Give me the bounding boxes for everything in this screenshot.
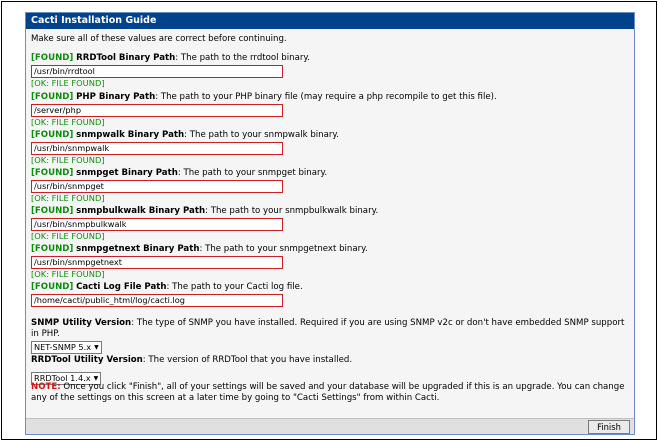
snmp-version-select[interactable]: NET-SNMP 5.x ▼ (31, 341, 102, 354)
found-status: [FOUND] (31, 244, 74, 254)
panel-title: Cacti Installation Guide (26, 13, 634, 29)
found-status: [FOUND] (31, 92, 74, 102)
setting-desc: : The version of RRDTool that you have i… (142, 355, 353, 365)
snmpbulkwalk-path-label: [FOUND] snmpbulkwalk Binary Path: The pa… (31, 206, 629, 217)
snmpgetnext-path-input[interactable]: /usr/bin/snmpgetnext (31, 256, 283, 269)
install-guide-panel: Cacti Installation Guide Make sure all o… (25, 12, 635, 435)
ok-status: [OK: FILE FOUND] (31, 155, 105, 165)
found-status: [FOUND] (31, 282, 74, 292)
snmpget-path-input[interactable]: /usr/bin/snmpget (31, 180, 283, 193)
setting-desc: : The path to the rrdtool binary. (175, 53, 310, 63)
setting-name: RRDTool Utility Version (31, 355, 143, 365)
ok-status: [OK: FILE FOUND] (31, 117, 105, 127)
setting-desc: : The path to your snmpgetnext binary. (199, 244, 368, 254)
setting-name: RRDTool Binary Path (76, 53, 176, 63)
php-path-label: [FOUND] PHP Binary Path: The path to you… (31, 92, 629, 103)
note-text: Once you click "Finish", all of your set… (31, 382, 625, 403)
setting-name: snmpwalk Binary Path (76, 130, 185, 140)
php-path-input[interactable]: /server/php (31, 104, 283, 117)
snmpget-path-label: [FOUND] snmpget Binary Path: The path to… (31, 168, 629, 179)
cacti-log-path-label: [FOUND] Cacti Log File Path: The path to… (31, 282, 629, 293)
snmpbulkwalk-path-input[interactable]: /usr/bin/snmpbulkwalk (31, 218, 283, 231)
snmp-version-section: SNMP Utility Version: The type of SNMP y… (31, 318, 629, 354)
snmpget-path-section: [FOUND] snmpget Binary Path: The path to… (31, 168, 629, 204)
selected-value: NET-SNMP 5.x (34, 342, 92, 352)
snmpgetnext-path-label: [FOUND] snmpgetnext Binary Path: The pat… (31, 244, 629, 255)
ok-status: [OK: FILE FOUND] (31, 78, 105, 88)
cacti-log-path-section: [FOUND] Cacti Log File Path: The path to… (31, 282, 629, 307)
rrdtool-path-section: [FOUND] RRDTool Binary Path: The path to… (31, 53, 629, 89)
setting-desc: : The path to your snmpget binary. (177, 168, 328, 178)
rrdtool-path-input[interactable]: /usr/bin/rrdtool (31, 65, 283, 78)
ok-status: [OK: FILE FOUND] (31, 269, 105, 279)
setting-desc: : The path to your PHP binary file (may … (155, 92, 497, 102)
rrdtool-version-section: RRDTool Utility Version: The version of … (31, 355, 629, 385)
setting-name: PHP Binary Path (76, 92, 156, 102)
chevron-down-icon: ▼ (93, 375, 99, 382)
snmpwalk-path-section: [FOUND] snmpwalk Binary Path: The path t… (31, 130, 629, 166)
setting-name: Cacti Log File Path (76, 282, 167, 292)
snmpgetnext-path-section: [FOUND] snmpgetnext Binary Path: The pat… (31, 244, 629, 280)
snmpwalk-path-label: [FOUND] snmpwalk Binary Path: The path t… (31, 130, 629, 141)
setting-name: snmpbulkwalk Binary Path (76, 206, 206, 216)
rrdtool-version-label: RRDTool Utility Version: The version of … (31, 355, 629, 366)
upgrade-note: NOTE: Once you click "Finish", all of yo… (31, 382, 627, 404)
note-label: NOTE: (31, 382, 61, 392)
setting-name: snmpget Binary Path (76, 168, 178, 178)
intro-text: Make sure all of these values are correc… (31, 34, 287, 44)
setting-name: SNMP Utility Version (31, 318, 132, 328)
snmpbulkwalk-path-section: [FOUND] snmpbulkwalk Binary Path: The pa… (31, 206, 629, 242)
panel-footer: Finish (26, 418, 634, 434)
setting-desc: : The path to your snmpwalk binary. (184, 130, 340, 140)
found-status: [FOUND] (31, 168, 74, 178)
rrdtool-path-label: [FOUND] RRDTool Binary Path: The path to… (31, 53, 629, 64)
found-status: [FOUND] (31, 206, 74, 216)
found-status: [FOUND] (31, 130, 74, 140)
setting-desc: : The path to your snmpbulkwalk binary. (205, 206, 379, 216)
cacti-log-path-input[interactable]: /home/cacti/public_html/log/cacti.log (31, 294, 283, 307)
snmpwalk-path-input[interactable]: /usr/bin/snmpwalk (31, 142, 283, 155)
finish-button[interactable]: Finish (588, 420, 630, 434)
ok-status: [OK: FILE FOUND] (31, 231, 105, 241)
chevron-down-icon: ▼ (94, 344, 99, 351)
setting-name: snmpgetnext Binary Path (76, 244, 200, 254)
php-path-section: [FOUND] PHP Binary Path: The path to you… (31, 92, 629, 128)
found-status: [FOUND] (31, 53, 74, 63)
snmp-version-label: SNMP Utility Version: The type of SNMP y… (31, 318, 629, 340)
setting-desc: : The path to your Cacti log file. (166, 282, 303, 292)
ok-status: [OK: FILE FOUND] (31, 193, 105, 203)
